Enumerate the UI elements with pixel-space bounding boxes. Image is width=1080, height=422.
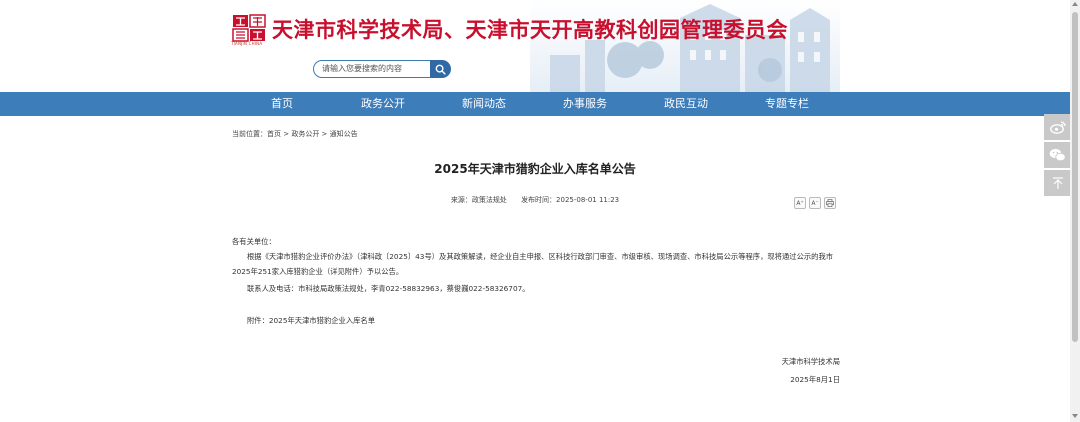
back-to-top-button[interactable] bbox=[1044, 170, 1071, 196]
weibo-icon bbox=[1049, 121, 1066, 134]
site-title[interactable]: 天津市科学技术局、天津市天开高教科创园管理委员会 bbox=[272, 14, 788, 44]
nav-item-topics[interactable]: 专题专栏 bbox=[747, 92, 827, 116]
article-paragraph: 根据《天津市猎豹企业评价办法》（津科政〔2025〕43号）及其政策解读，经企业自… bbox=[232, 252, 834, 276]
logo-subtext: TIANJIN CHINA bbox=[231, 41, 263, 46]
nav-item-services[interactable]: 办事服务 bbox=[545, 92, 625, 116]
print-button[interactable] bbox=[824, 197, 836, 209]
article-meta: 来源：政策法规处 发布时间：2025-08-01 11:23 bbox=[232, 195, 838, 205]
print-icon bbox=[826, 199, 834, 207]
site-header: TIANJIN CHINA 天津市科学技术局、天津市天开高教科创园管理委员会 请… bbox=[0, 0, 1080, 92]
breadcrumb-item-gov-affairs[interactable]: 政务公开 bbox=[291, 130, 319, 138]
breadcrumb: 当前位置：首页 > 政务公开 > 通知公告 bbox=[232, 129, 358, 139]
weibo-share-button[interactable] bbox=[1044, 114, 1071, 140]
article-tools: A⁺ A⁻ bbox=[794, 197, 836, 209]
search-icon bbox=[435, 64, 446, 75]
article-salutation: 各有关单位： bbox=[232, 237, 276, 246]
breadcrumb-separator: > bbox=[319, 130, 330, 138]
scroll-up-arrow-icon[interactable] bbox=[1072, 2, 1078, 6]
nav-item-news[interactable]: 新闻动态 bbox=[444, 92, 524, 116]
font-smaller-button[interactable]: A⁻ bbox=[809, 197, 821, 209]
search-input[interactable]: 请输入您要搜索的内容 bbox=[313, 60, 431, 78]
main-nav: 首页 政务公开 新闻动态 办事服务 政民互动 专题专栏 bbox=[0, 92, 1070, 116]
nav-item-interaction[interactable]: 政民互动 bbox=[646, 92, 726, 116]
page-scrollbar[interactable] bbox=[1070, 0, 1080, 422]
breadcrumb-item-notices[interactable]: 通知公告 bbox=[330, 130, 358, 138]
search-button[interactable] bbox=[430, 60, 451, 78]
signature-organization: 天津市科学技术局 bbox=[781, 357, 840, 366]
wechat-share-button[interactable] bbox=[1044, 142, 1071, 168]
scroll-thumb[interactable] bbox=[1072, 12, 1078, 342]
article-publish-time: 发布时间：2025-08-01 11:23 bbox=[521, 196, 620, 204]
article-contact: 联系人及电话：市科技局政策法规处，李青022-58832963，蔡俊巍022-5… bbox=[247, 284, 530, 293]
signature-date: 2025年8月1日 bbox=[790, 375, 840, 384]
search-bar: 请输入您要搜索的内容 bbox=[313, 60, 451, 78]
breadcrumb-prefix: 当前位置： bbox=[232, 130, 267, 138]
nav-item-gov-affairs[interactable]: 政务公开 bbox=[343, 92, 423, 116]
breadcrumb-item-home[interactable]: 首页 bbox=[267, 130, 281, 138]
article-attachment-link[interactable]: 附件：2025年天津市猎豹企业入库名单 bbox=[232, 313, 840, 328]
wechat-icon bbox=[1049, 148, 1066, 162]
scroll-down-arrow-icon[interactable] bbox=[1072, 414, 1078, 418]
arrow-up-icon bbox=[1052, 177, 1063, 189]
article-title: 2025年天津市猎豹企业入库名单公告 bbox=[434, 162, 636, 176]
breadcrumb-separator: > bbox=[281, 130, 292, 138]
article-source: 来源：政策法规处 bbox=[450, 196, 507, 204]
nav-item-home[interactable]: 首页 bbox=[242, 92, 322, 116]
font-larger-button[interactable]: A⁺ bbox=[794, 197, 806, 209]
